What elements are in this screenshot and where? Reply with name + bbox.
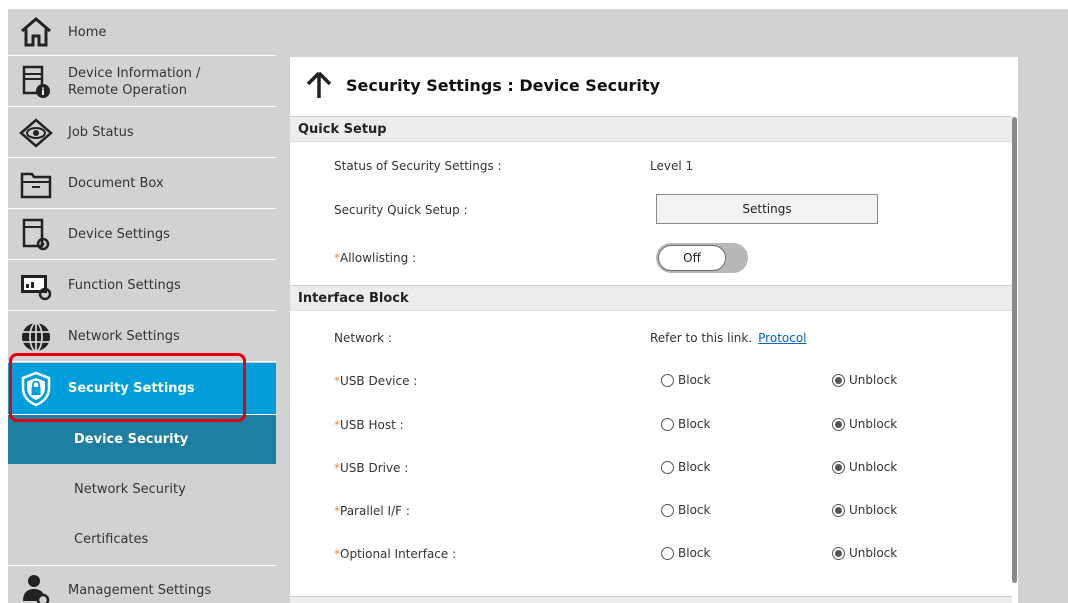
radio-circle bbox=[832, 373, 845, 387]
radio-circle bbox=[832, 503, 845, 517]
quick-setup-label: Security Quick Setup : bbox=[334, 203, 468, 217]
document-box-icon bbox=[16, 164, 56, 204]
interface-label: *Parallel I/F : bbox=[334, 504, 410, 518]
sidebar-item-label: Network Settings bbox=[68, 329, 180, 344]
sidebar-subitem-label: Device Security bbox=[74, 432, 189, 447]
radio-label: Unblock bbox=[849, 373, 898, 387]
section-interface-block: Interface Block bbox=[290, 285, 1012, 311]
interface-row: *USB Host : Block Unblock bbox=[290, 412, 1012, 442]
section-title: Quick Setup bbox=[298, 121, 387, 137]
unblock-radio[interactable]: Unblock bbox=[832, 503, 897, 517]
network-label: Network : bbox=[334, 331, 392, 345]
radio-label: Unblock bbox=[849, 503, 898, 517]
allowlisting-label: *Allowlisting : bbox=[334, 251, 417, 265]
sidebar-item-job-status[interactable]: Job Status bbox=[8, 108, 276, 158]
sidebar-subitem-network-security[interactable]: Network Security bbox=[8, 464, 276, 514]
sidebar-item-label: Device Settings bbox=[68, 227, 170, 242]
sidebar-item-label: Job Status bbox=[68, 125, 134, 140]
quick-setup-row: Security Quick Setup : Settings bbox=[290, 194, 1012, 227]
right-margin bbox=[1032, 9, 1068, 603]
radio-circle bbox=[832, 417, 845, 431]
sidebar-item-management-settings[interactable]: Management Settings bbox=[8, 565, 276, 603]
interface-row: *Optional Interface : Block Unblock bbox=[290, 541, 1012, 571]
radio-label: Unblock bbox=[849, 417, 898, 431]
user-gear-icon bbox=[16, 570, 56, 603]
radio-label: Block bbox=[678, 503, 711, 517]
unblock-radio[interactable]: Unblock bbox=[832, 546, 897, 560]
highlight-box bbox=[9, 353, 246, 422]
sidebar-item-label: Document Box bbox=[68, 176, 164, 191]
radio-circle bbox=[661, 460, 674, 474]
radio-circle bbox=[832, 546, 845, 560]
sidebar-item-function-settings[interactable]: Function Settings bbox=[8, 261, 276, 311]
interface-row: *USB Device : Block Unblock bbox=[290, 368, 1012, 398]
sidebar-item-label: Device Information / Remote Operation bbox=[68, 65, 201, 98]
up-arrow-icon[interactable] bbox=[304, 70, 334, 100]
radio-label: Block bbox=[678, 417, 711, 431]
radio-label: Unblock bbox=[849, 460, 898, 474]
block-radio[interactable]: Block bbox=[661, 503, 710, 517]
sidebar-item-document-box[interactable]: Document Box bbox=[8, 159, 276, 209]
scrollbar[interactable] bbox=[1012, 117, 1017, 583]
protocol-link[interactable]: Protocol bbox=[758, 331, 806, 345]
radio-circle bbox=[832, 460, 845, 474]
radio-circle bbox=[661, 373, 674, 387]
radio-label: Unblock bbox=[849, 546, 898, 560]
sidebar-item-home[interactable]: Home bbox=[8, 9, 276, 56]
status-label: Status of Security Settings : bbox=[334, 159, 502, 173]
sidebar: Home i Device Information / Remote Operat… bbox=[8, 9, 276, 603]
sidebar-item-label: Function Settings bbox=[68, 278, 181, 293]
sidebar-item-label: Management Settings bbox=[68, 582, 212, 598]
svg-text:i: i bbox=[41, 87, 44, 98]
allowlisting-row: *Allowlisting : Off bbox=[290, 243, 1012, 275]
sidebar-item-device-settings[interactable]: Device Settings bbox=[8, 210, 276, 260]
interface-label: *USB Host : bbox=[334, 418, 404, 432]
radio-label: Block bbox=[678, 546, 711, 560]
status-row: Status of Security Settings : Level 1 bbox=[290, 153, 1012, 183]
network-row: Network : Refer to this link. Protocol bbox=[290, 325, 1012, 355]
interface-row: *USB Drive : Block Unblock bbox=[290, 455, 1012, 485]
sidebar-subitem-label: Network Security bbox=[74, 481, 186, 497]
network-value: Refer to this link. Protocol bbox=[650, 331, 807, 345]
interface-label: *Optional Interface : bbox=[334, 547, 457, 561]
block-radio[interactable]: Block bbox=[661, 417, 710, 431]
radio-circle bbox=[661, 417, 674, 431]
unblock-radio[interactable]: Unblock bbox=[832, 373, 897, 387]
interface-label: *USB Drive : bbox=[334, 461, 409, 475]
radio-label: Block bbox=[678, 460, 711, 474]
unblock-radio[interactable]: Unblock bbox=[832, 460, 897, 474]
sidebar-subitem-certificates[interactable]: Certificates bbox=[8, 514, 276, 564]
page-title: Security Settings : Device Security bbox=[346, 75, 660, 95]
device-settings-icon bbox=[16, 215, 56, 255]
device-info-icon: i bbox=[16, 62, 56, 102]
sidebar-subitem-device-security[interactable]: Device Security bbox=[8, 415, 276, 464]
settings-button[interactable]: Settings bbox=[656, 194, 878, 224]
allowlisting-toggle[interactable]: Off bbox=[656, 243, 748, 273]
status-value: Level 1 bbox=[650, 159, 694, 173]
block-radio[interactable]: Block bbox=[661, 546, 710, 560]
unblock-radio[interactable]: Unblock bbox=[832, 417, 897, 431]
radio-label: Block bbox=[678, 373, 711, 387]
radio-circle bbox=[661, 503, 674, 517]
sidebar-item-device-information[interactable]: i Device Information / Remote Operation bbox=[8, 57, 276, 107]
interface-row: *Parallel I/F : Block Unblock bbox=[290, 498, 1012, 528]
eye-icon bbox=[16, 113, 56, 153]
content-panel: Security Settings : Device Security Quic… bbox=[290, 57, 1018, 603]
home-icon bbox=[16, 12, 56, 52]
section-title: Interface Block bbox=[298, 290, 409, 306]
section-quick-setup: Quick Setup bbox=[290, 116, 1012, 142]
block-radio[interactable]: Block bbox=[661, 373, 710, 387]
globe-icon bbox=[16, 317, 56, 357]
block-radio[interactable]: Block bbox=[661, 460, 710, 474]
radio-circle bbox=[661, 546, 674, 560]
sidebar-item-label: Home bbox=[68, 24, 107, 40]
toggle-knob: Off bbox=[658, 245, 726, 271]
interface-label: *USB Device : bbox=[334, 374, 418, 388]
page-header: Security Settings : Device Security bbox=[290, 57, 1018, 113]
section-next-partial bbox=[290, 596, 1012, 603]
function-settings-icon bbox=[16, 266, 56, 306]
sidebar-subitem-label: Certificates bbox=[74, 531, 149, 547]
